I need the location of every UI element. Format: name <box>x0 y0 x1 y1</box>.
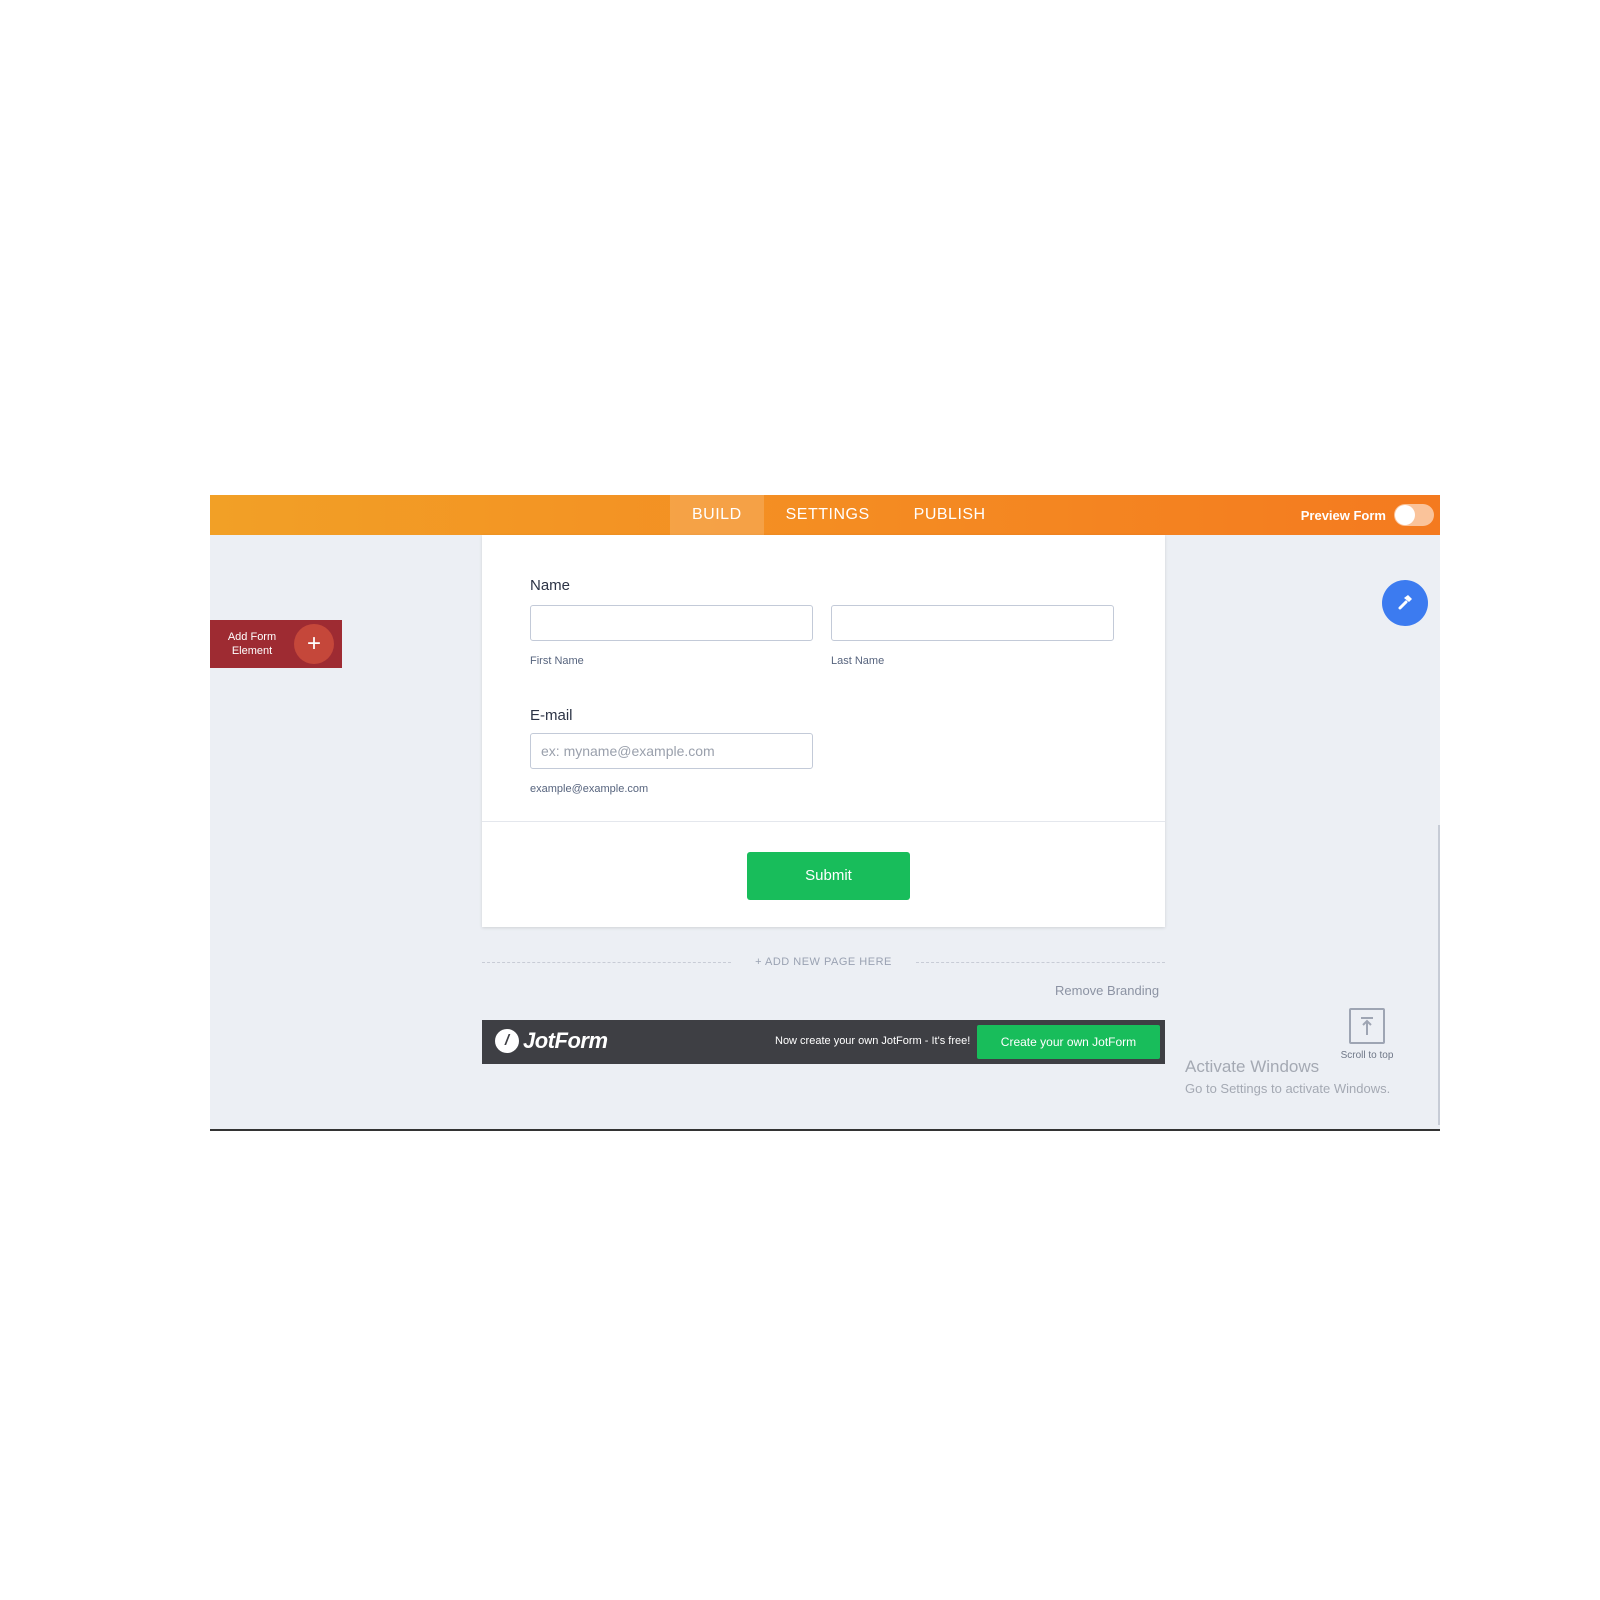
dash-line-right <box>915 961 1165 963</box>
right-panel-edge <box>1438 825 1440 1125</box>
scroll-to-top-button[interactable]: Scroll to top <box>1337 1008 1397 1061</box>
tab-publish[interactable]: PUBLISH <box>892 495 1008 535</box>
plus-icon[interactable]: + <box>294 624 334 664</box>
first-name-input[interactable] <box>530 605 813 641</box>
toggle-knob <box>1395 505 1415 525</box>
jotform-branding-footer: / JotForm Now create your own JotForm - … <box>482 1020 1165 1064</box>
jotform-logo-icon: / <box>495 1029 519 1053</box>
left-sidebar: Add Form Element + <box>210 535 435 1130</box>
activate-windows-subtitle: Go to Settings to activate Windows. <box>1185 1081 1391 1096</box>
jotform-logo-text: JotForm <box>523 1028 608 1053</box>
preview-form-label: Preview Form <box>1300 507 1386 523</box>
name-label: Name <box>530 577 571 594</box>
divider <box>482 821 1165 822</box>
arrow-up-icon <box>1349 1008 1385 1044</box>
windows-activation-watermark: Activate Windows Go to Settings to activ… <box>1185 1057 1390 1096</box>
app-window: BUILD SETTINGS PUBLISH Preview Form Add … <box>210 495 1440 1130</box>
top-bar: BUILD SETTINGS PUBLISH Preview Form <box>210 495 1440 535</box>
dash-line-left <box>482 961 732 963</box>
add-form-element-label: Add Form Element <box>227 631 277 657</box>
hammer-icon[interactable] <box>1382 580 1428 626</box>
form-card: Name First Name Last Name E-mail ex: myn… <box>482 535 1165 927</box>
tab-build[interactable]: BUILD <box>670 495 764 535</box>
add-new-page-label: + ADD NEW PAGE HERE <box>755 956 892 968</box>
taskbar-edge <box>210 1129 1440 1131</box>
email-sublabel: example@example.com <box>530 783 649 795</box>
add-new-page[interactable]: + ADD NEW PAGE HERE <box>482 955 1165 969</box>
add-form-element-button[interactable]: Add Form Element + <box>210 620 342 668</box>
activate-windows-title: Activate Windows <box>1185 1057 1320 1076</box>
first-name-sublabel: First Name <box>530 655 584 667</box>
preview-form-toggle[interactable] <box>1394 504 1434 526</box>
menu-bar: BUILD SETTINGS PUBLISH <box>670 495 1008 535</box>
email-label: E-mail <box>530 707 573 724</box>
preview-form-control: Preview Form <box>1301 504 1434 526</box>
jotform-logo: / JotForm <box>495 1028 608 1054</box>
arrow-up-glyph <box>1361 1017 1373 1035</box>
remove-branding-link[interactable]: Remove Branding <box>1055 983 1159 998</box>
footer-tagline: Now create your own JotForm - It's free! <box>775 1035 971 1047</box>
submit-button[interactable]: Submit <box>747 852 910 900</box>
email-input[interactable]: ex: myname@example.com <box>530 733 813 769</box>
create-your-own-jotform-button[interactable]: Create your own JotForm <box>977 1025 1160 1059</box>
hammer-glyph <box>1398 595 1412 610</box>
last-name-input[interactable] <box>831 605 1114 641</box>
tab-settings[interactable]: SETTINGS <box>764 495 892 535</box>
last-name-sublabel: Last Name <box>831 655 885 667</box>
